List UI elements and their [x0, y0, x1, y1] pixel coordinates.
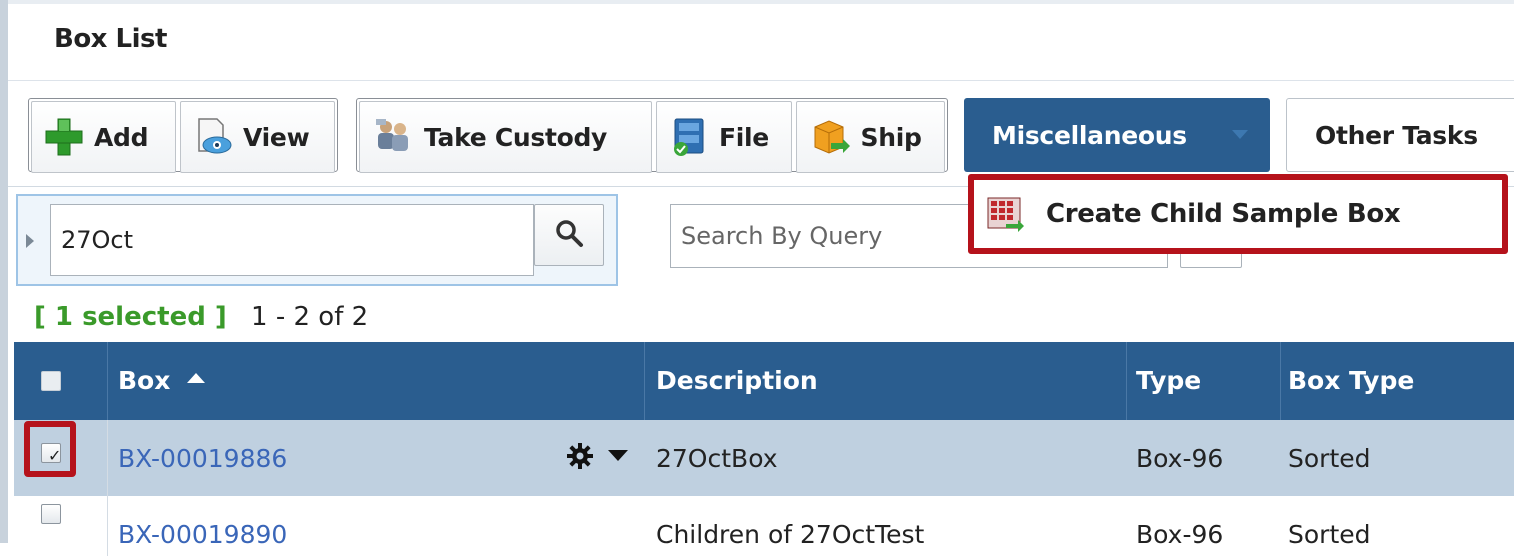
chevron-down-icon	[1232, 130, 1248, 139]
sort-asc-icon	[187, 373, 206, 383]
column-divider	[107, 342, 108, 420]
description-cell: Children of 27OctTest	[656, 520, 925, 549]
type-cell: Box-96	[1136, 520, 1224, 549]
column-divider	[107, 420, 108, 496]
other-tasks-button[interactable]: Other Tasks	[1286, 98, 1514, 172]
top-edge	[8, 0, 1514, 4]
plus-icon	[44, 117, 84, 157]
view-document-icon	[193, 117, 233, 157]
view-button[interactable]: View	[180, 101, 335, 173]
other-tasks-label: Other Tasks	[1315, 120, 1478, 150]
result-range: 1 - 2 of 2	[251, 302, 369, 332]
column-divider	[107, 496, 108, 556]
checkbox-highlight	[24, 421, 76, 477]
custody-file-ship-group: Take Custody File Ship	[356, 98, 948, 173]
left-edge	[0, 0, 8, 543]
take-custody-label: Take Custody	[424, 122, 608, 152]
chevron-down-icon[interactable]	[608, 450, 628, 461]
column-header-description[interactable]: Description	[656, 342, 818, 420]
file-label: File	[718, 122, 769, 152]
box-type-cell: Sorted	[1288, 520, 1371, 549]
expand-arrow-icon[interactable]	[26, 234, 34, 248]
box-type-cell: Sorted	[1288, 444, 1371, 473]
column-divider	[644, 342, 645, 420]
ship-label: Ship	[860, 122, 922, 152]
selection-summary: [ 1 selected ] 1 - 2 of 2	[34, 302, 368, 332]
miscellaneous-menu-button[interactable]: Miscellaneous	[964, 98, 1270, 172]
search-panel: 27Oct	[16, 194, 618, 286]
column-header-box[interactable]: Box	[118, 342, 206, 420]
column-header-box-type[interactable]: Box Type	[1288, 342, 1414, 420]
take-custody-button[interactable]: Take Custody	[359, 101, 652, 173]
box-id-link[interactable]: BX-00019890	[118, 520, 287, 549]
miscellaneous-dropdown-menu: Create Child Sample Box	[968, 174, 1508, 254]
table-header: Box Description Type Box Type	[14, 342, 1514, 420]
ship-box-icon	[809, 117, 851, 157]
create-child-sample-box-item[interactable]: Create Child Sample Box	[1046, 199, 1401, 229]
row-checkbox[interactable]	[41, 504, 61, 524]
search-input[interactable]: 27Oct	[50, 204, 534, 276]
description-cell: 27OctBox	[656, 444, 778, 473]
view-label: View	[243, 122, 310, 152]
column-divider	[1126, 342, 1127, 420]
selected-count[interactable]: [ 1 selected ]	[34, 302, 227, 332]
column-divider	[1280, 342, 1281, 420]
add-view-group: Add View	[28, 98, 338, 173]
type-cell: Box-96	[1136, 444, 1224, 473]
ship-button[interactable]: Ship	[795, 101, 945, 173]
add-label: Add	[94, 122, 149, 152]
add-button[interactable]: Add	[31, 101, 177, 173]
grid-box-icon	[984, 194, 1024, 238]
select-all-checkbox[interactable]	[41, 371, 61, 391]
table-row[interactable]: BX-00019890 Children of 27OctTest Box-96…	[14, 496, 1514, 556]
search-icon	[554, 218, 584, 252]
file-cabinet-icon	[669, 117, 709, 157]
custody-people-icon	[372, 117, 414, 157]
file-button[interactable]: File	[655, 101, 792, 173]
miscellaneous-label: Miscellaneous	[992, 120, 1187, 150]
search-button[interactable]	[534, 204, 604, 266]
column-header-type[interactable]: Type	[1136, 342, 1201, 420]
title-divider	[8, 80, 1514, 81]
page-title: Box List	[54, 24, 167, 54]
gear-icon[interactable]	[566, 442, 594, 474]
box-id-link[interactable]: BX-00019886	[118, 444, 287, 473]
table-row[interactable]: ✓ BX-00019886 27OctBox Box-96 Sorted	[14, 420, 1514, 496]
